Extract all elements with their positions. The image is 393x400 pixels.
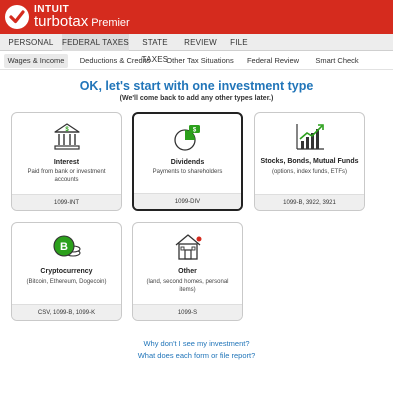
card-interest[interactable]: $ Interest Paid from bank or investment …	[11, 112, 122, 211]
checkmark-icon	[9, 10, 25, 24]
pie-chart-icon: $	[134, 122, 241, 154]
card-title: Interest	[53, 159, 80, 166]
card-forms: 1099-DIV	[134, 193, 241, 209]
card-forms: 1099-INT	[12, 194, 121, 210]
house-icon	[133, 231, 242, 263]
link-why-dont-i-see-investment[interactable]: Why don't I see my investment?	[0, 339, 393, 348]
tab-state-taxes[interactable]: STATE TAXES	[129, 34, 181, 64]
tab-file[interactable]: FILE	[224, 34, 254, 51]
card-title: Cryptocurrency	[40, 268, 93, 275]
edition-label: Premier	[91, 17, 130, 29]
subtab-federal-review[interactable]: Federal Review	[244, 54, 302, 68]
card-other[interactable]: Other (land, second homes, personal item…	[132, 222, 243, 321]
top-nav: PERSONAL INFO FEDERAL TAXES STATE TAXES …	[0, 34, 393, 64]
turbotax-logo	[5, 5, 29, 29]
page-title: OK, let's start with one investment type	[79, 79, 314, 93]
bitcoin-icon: B	[12, 231, 121, 263]
tab-federal-taxes[interactable]: FEDERAL TAXES	[62, 34, 129, 51]
card-description: Payments to shareholders	[152, 169, 223, 175]
card-title: Other	[178, 268, 197, 275]
link-what-does-each-form-report[interactable]: What does each form or file report?	[0, 351, 393, 360]
card-forms: 1099-B, 3922, 3921	[255, 194, 364, 210]
card-cryptocurrency[interactable]: B Cryptocurrency (Bitcoin, Ethereum, Dog…	[11, 222, 122, 321]
product-name: turbotax Premier	[34, 13, 130, 32]
card-description: (land, second homes, personal items)	[146, 279, 229, 293]
subtab-smart-check[interactable]: Smart Check	[310, 54, 364, 68]
page-subtitle: (We'll come back to add any other types …	[119, 95, 274, 102]
card-description: (options, index funds, ETFs)	[271, 169, 348, 175]
tab-review[interactable]: REVIEW	[183, 34, 218, 51]
subtab-wages-income[interactable]: Wages & Income	[4, 54, 68, 68]
brand-bar: INTUIT turbotax Premier	[0, 0, 393, 34]
card-forms: CSV, 1099-B, 1099-K	[12, 304, 121, 320]
subtab-deductions-credits[interactable]: Deductions & Credits	[76, 54, 154, 68]
tab-personal-info[interactable]: PERSONAL INFO	[0, 34, 62, 64]
subtab-other-tax-situations[interactable]: Other Tax Situations	[162, 54, 238, 68]
card-title: Stocks, Bonds, Mutual Funds	[260, 158, 359, 165]
card-stocks-bonds-mutual-funds[interactable]: Stocks, Bonds, Mutual Funds (options, in…	[254, 112, 365, 211]
growth-chart-icon	[255, 121, 364, 153]
bank-icon: $	[12, 121, 121, 153]
card-dividends[interactable]: $ Dividends Payments to shareholders 109…	[132, 112, 243, 211]
svg-text:B: B	[60, 241, 68, 253]
card-title: Dividends	[170, 159, 205, 166]
card-description: Paid from bank or investment accounts	[27, 169, 106, 183]
sub-nav: Wages & Income Deductions & Credits Othe…	[0, 52, 393, 70]
product-label: turbotax	[34, 13, 89, 30]
card-forms: 1099-S	[133, 304, 242, 320]
card-description: (Bitcoin, Ethereum, Dogecoin)	[26, 279, 107, 285]
